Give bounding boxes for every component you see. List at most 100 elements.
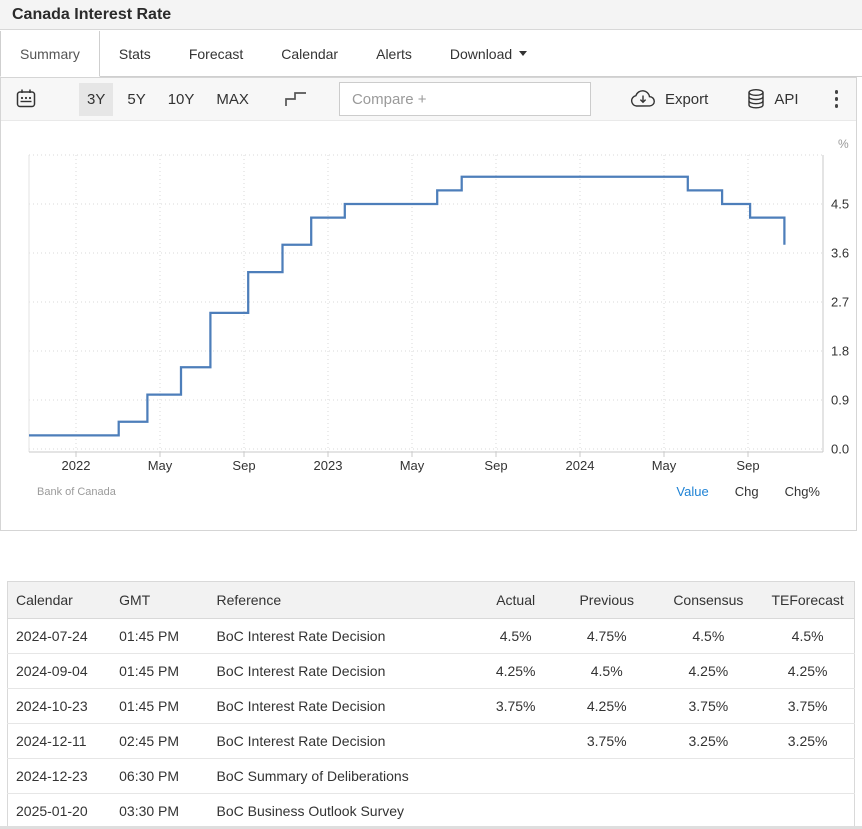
calendar-button[interactable] [15, 88, 37, 110]
svg-text:May: May [400, 458, 425, 473]
chart-toolbar: 3Y5Y10YMAX Export [1, 78, 856, 121]
svg-text:2022: 2022 [62, 458, 91, 473]
table-cell [473, 724, 558, 759]
column-header-gmt: GMT [109, 582, 206, 619]
svg-text:%: % [838, 137, 849, 151]
database-icon [746, 88, 766, 110]
table-cell: 3.75% [473, 689, 558, 724]
chart-area[interactable]: 2022MaySep2023MaySep2024MaySep0.00.91.82… [1, 121, 856, 479]
table-cell: 4.25% [761, 654, 854, 689]
export-button[interactable]: Export [629, 89, 708, 109]
cloud-download-icon [629, 89, 657, 109]
mode-link-chgpct[interactable]: Chg% [785, 484, 820, 499]
table-cell: 3.25% [761, 724, 854, 759]
column-header-previous: Previous [558, 582, 655, 619]
tab-calendar[interactable]: Calendar [262, 31, 357, 76]
range-button-max[interactable]: MAX [208, 83, 257, 116]
table-cell: 2024-10-23 [8, 689, 110, 724]
chart-source-link[interactable]: Bank of Canada [37, 486, 116, 498]
tab-download[interactable]: Download [431, 31, 546, 76]
table-row[interactable]: 2024-12-2306:30 PMBoC Summary of Deliber… [8, 759, 855, 794]
page-title: Canada Interest Rate [0, 0, 862, 29]
table-cell: 4.75% [558, 619, 655, 654]
table-cell: 2024-07-24 [8, 619, 110, 654]
table-row[interactable]: 2024-12-1102:45 PMBoC Interest Rate Deci… [8, 724, 855, 759]
svg-text:2024: 2024 [566, 458, 595, 473]
table-cell [558, 759, 655, 794]
table-cell [473, 759, 558, 794]
table-cell: 4.25% [558, 689, 655, 724]
svg-text:Sep: Sep [232, 458, 255, 473]
column-header-consensus: Consensus [655, 582, 761, 619]
svg-text:Sep: Sep [484, 458, 507, 473]
calendar-table-head: CalendarGMTReferenceActualPreviousConsen… [8, 582, 855, 619]
table-cell [761, 759, 854, 794]
calendar-table-wrap: CalendarGMTReferenceActualPreviousConsen… [7, 581, 855, 829]
calendar-table-body: 2024-07-2401:45 PMBoC Interest Rate Deci… [8, 619, 855, 829]
calendar-table: CalendarGMTReferenceActualPreviousConsen… [7, 581, 855, 829]
chart-menu-button[interactable] [835, 88, 839, 109]
table-cell: 2024-12-11 [8, 724, 110, 759]
table-cell: BoC Interest Rate Decision [207, 654, 474, 689]
table-cell [473, 794, 558, 829]
chart-footer: Bank of Canada Value Chg Chg% [1, 479, 856, 499]
export-label: Export [665, 91, 708, 108]
table-row[interactable]: 2024-07-2401:45 PMBoC Interest Rate Deci… [8, 619, 855, 654]
table-cell: 01:45 PM [109, 654, 206, 689]
tab-stats[interactable]: Stats [100, 31, 170, 76]
page: Canada Interest Rate Summary Stats Forecas… [0, 0, 862, 829]
range-button-5y[interactable]: 5Y [119, 83, 153, 116]
range-button-3y[interactable]: 3Y [79, 83, 113, 116]
table-cell: 4.5% [558, 654, 655, 689]
header-row: CalendarGMTReferenceActualPreviousConsen… [8, 582, 855, 619]
mode-link-chg[interactable]: Chg [735, 484, 759, 499]
table-cell: 02:45 PM [109, 724, 206, 759]
table-cell: 3.75% [655, 689, 761, 724]
tab-forecast[interactable]: Forecast [170, 31, 262, 76]
table-cell: BoC Interest Rate Decision [207, 724, 474, 759]
api-label: API [774, 91, 798, 108]
svg-text:0.9: 0.9 [831, 393, 849, 408]
column-header-actual: Actual [473, 582, 558, 619]
table-cell: 2024-12-23 [8, 759, 110, 794]
table-cell: 06:30 PM [109, 759, 206, 794]
tab-alerts[interactable]: Alerts [357, 31, 431, 76]
table-cell: 01:45 PM [109, 689, 206, 724]
toolbar-right: Export API [591, 88, 842, 110]
table-cell: 3.75% [558, 724, 655, 759]
table-row[interactable]: 2025-01-2003:30 PMBoC Business Outlook S… [8, 794, 855, 829]
table-cell: BoC Summary of Deliberations [207, 759, 474, 794]
table-cell: 03:30 PM [109, 794, 206, 829]
table-cell [655, 794, 761, 829]
table-cell: 3.25% [655, 724, 761, 759]
tab-label: Download [450, 46, 512, 62]
table-cell: BoC Interest Rate Decision [207, 619, 474, 654]
mode-link-value[interactable]: Value [676, 484, 708, 499]
tab-label: Calendar [281, 46, 338, 62]
table-row[interactable]: 2024-10-2301:45 PMBoC Interest Rate Deci… [8, 689, 855, 724]
table-cell [655, 759, 761, 794]
svg-text:Sep: Sep [736, 458, 759, 473]
svg-text:4.5: 4.5 [831, 197, 849, 212]
chart-mode-links: Value Chg Chg% [650, 484, 820, 499]
column-header-calendar: Calendar [8, 582, 110, 619]
compare-input[interactable] [339, 82, 591, 116]
svg-text:1.8: 1.8 [831, 344, 849, 359]
range-button-10y[interactable]: 10Y [160, 83, 203, 116]
table-cell: 2025-01-20 [8, 794, 110, 829]
table-row[interactable]: 2024-09-0401:45 PMBoC Interest Rate Deci… [8, 654, 855, 689]
table-cell: 4.25% [473, 654, 558, 689]
svg-text:3.6: 3.6 [831, 246, 849, 261]
tab-summary[interactable]: Summary [0, 31, 100, 77]
api-button[interactable]: API [746, 88, 798, 110]
tab-label: Alerts [376, 46, 412, 62]
chart-card: 3Y5Y10YMAX Export [0, 77, 857, 531]
tab-label: Stats [119, 46, 151, 62]
table-cell [558, 794, 655, 829]
tab-label: Summary [20, 46, 80, 62]
svg-text:May: May [148, 458, 173, 473]
table-cell: 01:45 PM [109, 619, 206, 654]
column-header-teforecast: TEForecast [761, 582, 854, 619]
table-cell: 4.5% [655, 619, 761, 654]
chart-type-button[interactable] [283, 90, 309, 108]
